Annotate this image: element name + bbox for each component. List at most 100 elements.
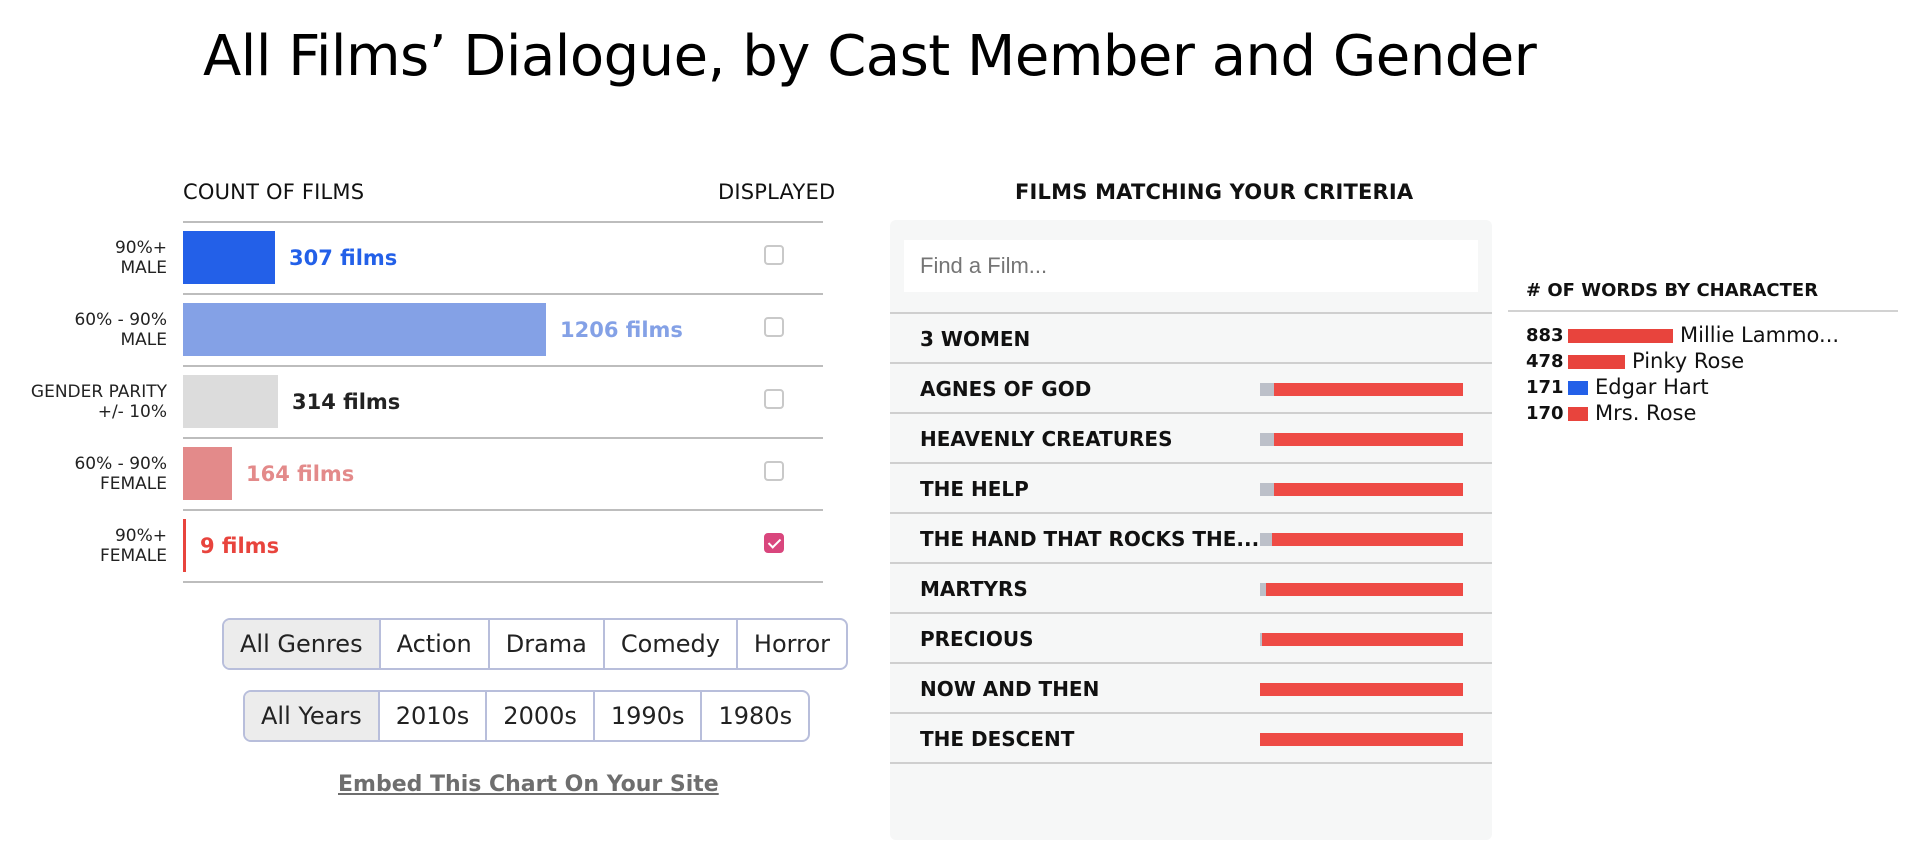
- film-list-item[interactable]: PRECIOUS: [890, 614, 1492, 664]
- film-list-item[interactable]: MARTYRS: [890, 564, 1492, 614]
- gender-row: 60% - 90% MALE 1206 films: [74, 293, 823, 365]
- film-list-item[interactable]: THE HELP: [890, 464, 1492, 514]
- film-list-item[interactable]: 3 WOMEN: [890, 314, 1492, 364]
- film-title: AGNES OF GOD: [920, 377, 1092, 401]
- decade-button[interactable]: 1980s: [700, 692, 808, 740]
- gender-row: 90%+ MALE 307 films: [115, 221, 823, 293]
- film-list-item[interactable]: AGNES OF GOD: [890, 364, 1492, 414]
- gender-row-label-line2: MALE: [120, 330, 167, 350]
- character-word-count: 478: [1526, 351, 1564, 372]
- film-search-input[interactable]: [904, 240, 1478, 292]
- film-gender-bar: [1260, 733, 1463, 746]
- films-panel: 3 WOMEN AGNES OF GOD HEAVENLY CREATURES THE…: [890, 220, 1492, 840]
- film-gender-bar: [1260, 633, 1463, 646]
- film-count-label: 1206 films: [560, 318, 683, 342]
- film-count-bar[interactable]: [183, 519, 186, 572]
- film-male-share: [1260, 383, 1274, 396]
- displayed-checkbox[interactable]: [764, 245, 784, 265]
- film-count-bar[interactable]: [183, 375, 278, 428]
- film-title: MARTYRS: [920, 577, 1028, 601]
- genre-button[interactable]: Action: [378, 620, 488, 668]
- gender-row-label-line2: FEMALE: [99, 474, 167, 494]
- film-male-share: [1260, 583, 1266, 596]
- character-word-bar: [1568, 381, 1588, 395]
- decade-button[interactable]: 2000s: [485, 692, 593, 740]
- film-gender-bar: [1260, 383, 1463, 396]
- gender-row-label: 90%+ FEMALE: [0, 526, 167, 566]
- film-male-share: [1260, 433, 1274, 446]
- film-title: THE HELP: [920, 477, 1029, 501]
- gender-row-label-line1: 60% - 90%: [74, 454, 167, 474]
- genre-button[interactable]: All Genres: [224, 620, 379, 668]
- decade-button[interactable]: 2010s: [377, 692, 486, 740]
- film-count-label: 307 films: [289, 246, 398, 270]
- embed-chart-link[interactable]: Embed This Chart On Your Site: [338, 772, 719, 797]
- character-name: Pinky Rose: [1632, 349, 1745, 373]
- film-gender-bar: [1260, 433, 1463, 446]
- count-of-films-header: COUNT OF FILMS: [183, 180, 365, 204]
- film-count-bar[interactable]: [183, 231, 275, 284]
- film-count-bar[interactable]: [183, 447, 232, 500]
- gender-breakdown-rows: 90%+ MALE 307 films 60% - 90% MALE 1206 films…: [31, 221, 823, 583]
- film-title: 3 WOMEN: [920, 327, 1031, 351]
- film-title: NOW AND THEN: [920, 677, 1100, 701]
- film-count-label: 164 films: [246, 462, 355, 486]
- film-list-item[interactable]: NOW AND THEN: [890, 664, 1492, 714]
- gender-row-label-line1: GENDER PARITY: [30, 382, 167, 402]
- gender-row: 60% - 90% FEMALE 164 films: [74, 437, 823, 509]
- genre-button[interactable]: Comedy: [602, 620, 736, 668]
- gender-row-label-line1: 60% - 90%: [74, 310, 167, 330]
- character-word-bar: [1568, 329, 1673, 343]
- character-word-count: 883: [1526, 325, 1564, 346]
- film-gender-bar: [1260, 683, 1463, 696]
- film-count-label: 9 films: [200, 534, 280, 558]
- film-gender-bar: [1260, 483, 1463, 496]
- displayed-checkbox[interactable]: [764, 533, 784, 553]
- film-title: THE HAND THAT ROCKS THE...: [920, 527, 1260, 551]
- decade-filter: All Years 2010s 2000s 1990s 1980s: [243, 690, 811, 742]
- decade-button[interactable]: All Years: [245, 692, 378, 740]
- film-title: PRECIOUS: [920, 627, 1034, 651]
- film-list-item[interactable]: THE DESCENT: [890, 714, 1492, 764]
- film-count-bar[interactable]: [183, 303, 546, 356]
- film-male-share: [1260, 483, 1274, 496]
- gender-row-label-line1: 90%+: [114, 238, 167, 258]
- genre-button[interactable]: Drama: [487, 620, 603, 668]
- gender-row-label: 60% - 90% FEMALE: [0, 454, 167, 494]
- film-count-label: 314 films: [292, 390, 401, 414]
- gender-row-label: 60% - 90% MALE: [0, 310, 167, 350]
- film-male-share: [1260, 533, 1272, 546]
- film-list-item[interactable]: HEAVENLY CREATURES: [890, 414, 1492, 464]
- film-title: HEAVENLY CREATURES: [920, 427, 1173, 451]
- gender-row: GENDER PARITY +/- 10% 314 films: [31, 365, 823, 437]
- displayed-checkbox[interactable]: [764, 461, 784, 481]
- genre-filter: All Genres Action Drama Comedy Horror: [222, 618, 848, 670]
- film-title: THE DESCENT: [920, 727, 1075, 751]
- displayed-checkbox[interactable]: [764, 317, 784, 337]
- films-matching-header: FILMS MATCHING YOUR CRITERIA: [1015, 180, 1414, 204]
- film-gender-bar: [1260, 583, 1463, 596]
- character-name: Millie Lammo...: [1680, 323, 1840, 347]
- gender-row: 90%+ FEMALE 9 films: [100, 509, 823, 583]
- character-name: Mrs. Rose: [1595, 401, 1697, 425]
- decade-button[interactable]: 1990s: [592, 692, 701, 740]
- gender-row-label: 90%+ MALE: [0, 238, 167, 278]
- words-header-divider: [1508, 310, 1898, 312]
- genre-button[interactable]: Horror: [735, 620, 846, 668]
- gender-row-label-line1: 90%+: [114, 526, 167, 546]
- film-gender-bar: [1260, 533, 1463, 546]
- words-by-character-header: # OF WORDS BY CHARACTER: [1526, 280, 1819, 301]
- displayed-header: DISPLAYED: [718, 180, 836, 204]
- film-male-share: [1260, 633, 1262, 646]
- character-word-count: 171: [1526, 377, 1564, 398]
- gender-row-label-line2: +/- 10%: [97, 402, 167, 422]
- displayed-checkbox[interactable]: [764, 389, 784, 409]
- gender-row-label-line2: MALE: [120, 258, 167, 278]
- film-list-item[interactable]: THE HAND THAT ROCKS THE...: [890, 514, 1492, 564]
- character-word-bar: [1568, 407, 1588, 421]
- film-list: 3 WOMEN AGNES OF GOD HEAVENLY CREATURES THE…: [890, 312, 1492, 764]
- page-title: All Films’ Dialogue, by Cast Member and …: [203, 24, 1537, 89]
- character-name: Edgar Hart: [1595, 375, 1709, 399]
- gender-row-label-line2: FEMALE: [99, 546, 167, 566]
- character-word-count: 170: [1526, 403, 1564, 424]
